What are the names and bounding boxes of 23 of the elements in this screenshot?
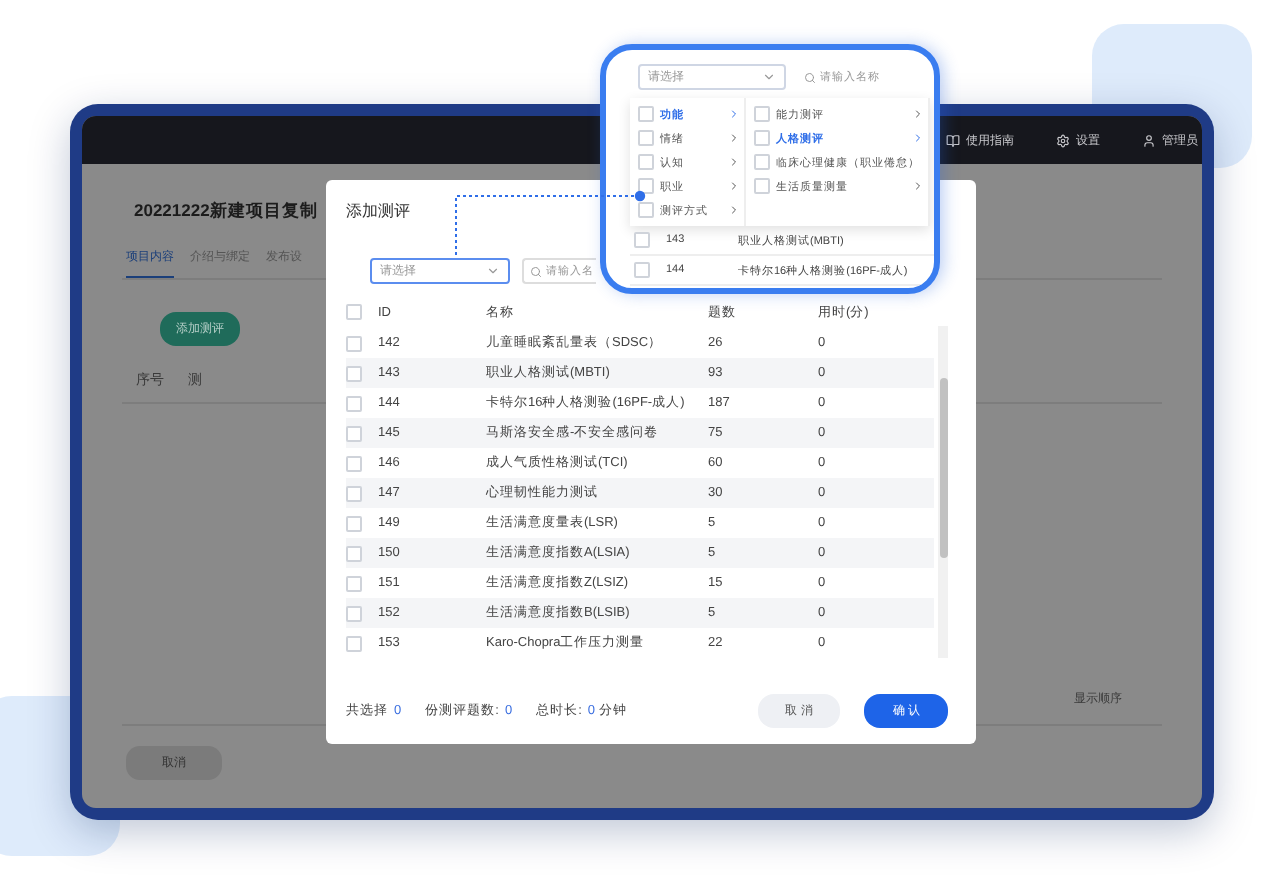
checkbox[interactable] (346, 605, 362, 621)
checkbox[interactable] (346, 335, 362, 351)
user-icon (1142, 133, 1156, 147)
checkbox[interactable] (346, 455, 362, 471)
checkbox[interactable] (346, 485, 362, 501)
checkbox[interactable] (346, 395, 362, 411)
settings-icon (1056, 133, 1070, 147)
checkbox[interactable] (346, 425, 362, 441)
checkbox[interactable] (346, 515, 362, 531)
guide-icon (946, 133, 960, 147)
page-title: 20221222新建项目复制 (134, 200, 318, 224)
checkbox[interactable] (634, 262, 650, 278)
search-icon (530, 265, 542, 277)
chevron-icon (486, 264, 500, 278)
checkbox[interactable] (346, 304, 362, 320)
chevron-icon (762, 70, 776, 84)
search-icon (804, 71, 816, 83)
checkbox[interactable] (346, 545, 362, 561)
checkbox[interactable] (346, 365, 362, 381)
dialog-title: 添加测评 (346, 200, 410, 222)
chevron-icon (912, 180, 924, 192)
checkbox[interactable] (346, 635, 362, 651)
checkbox[interactable] (346, 575, 362, 591)
